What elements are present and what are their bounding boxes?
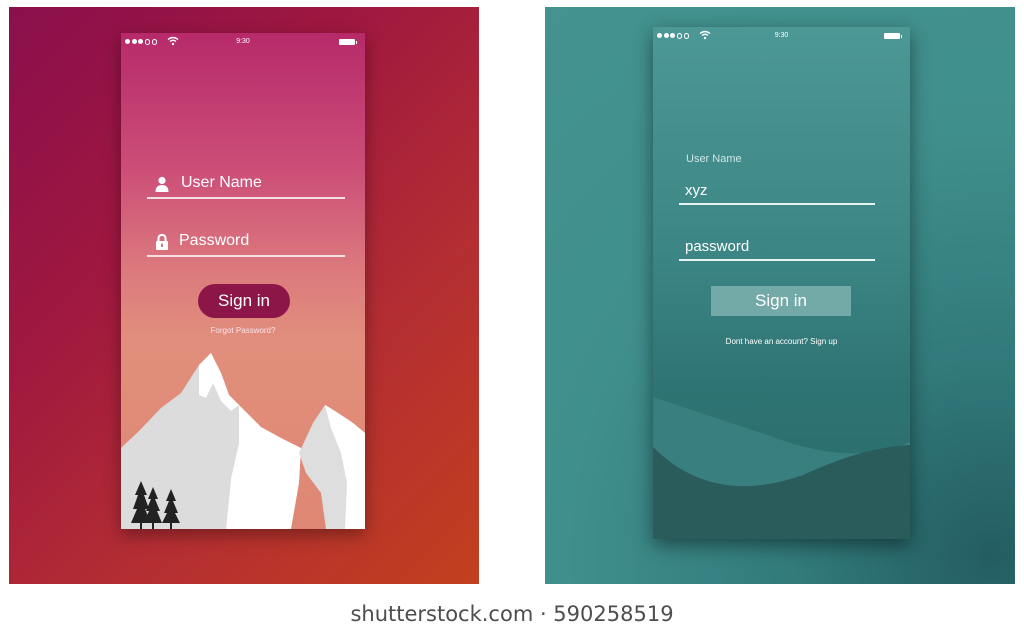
tree-icon	[131, 481, 180, 529]
username-field[interactable]: User Name	[147, 169, 345, 199]
password-placeholder: Password	[179, 232, 250, 249]
battery-icon	[884, 33, 902, 39]
right-mockup-panel: 9:30 User Name xyz password Sign in Dont…	[545, 7, 1015, 584]
wave-illustration	[653, 397, 910, 539]
password-field[interactable]: Password	[147, 227, 345, 257]
username-caption: User Name	[686, 153, 742, 165]
username-placeholder: User Name	[181, 174, 262, 191]
left-phone-screen: 9:30 User Name Password Sign in Forgot P…	[121, 33, 365, 529]
username-value: xyz	[685, 182, 708, 199]
signup-link[interactable]: Dont have an account? Sign up	[653, 337, 910, 346]
status-time: 9:30	[236, 38, 250, 45]
lock-icon	[156, 234, 168, 250]
status-bar: 9:30	[653, 27, 910, 45]
password-field[interactable]: password	[679, 235, 875, 261]
left-mockup-panel: 9:30 User Name Password Sign in Forgot P…	[9, 7, 479, 584]
watermark-text: shutterstock.com · 590258519	[350, 602, 674, 626]
signin-button[interactable]: Sign in	[198, 284, 290, 318]
password-value: password	[685, 238, 750, 255]
signin-button[interactable]: Sign in	[711, 286, 851, 316]
forgot-password-link[interactable]: Forgot Password?	[121, 326, 365, 335]
battery-icon	[339, 39, 357, 45]
username-field[interactable]: xyz	[679, 179, 875, 205]
right-phone-screen: 9:30 User Name xyz password Sign in Dont…	[653, 27, 910, 539]
status-time: 9:30	[774, 32, 789, 39]
user-icon	[155, 176, 169, 192]
status-bar: 9:30	[121, 33, 365, 51]
